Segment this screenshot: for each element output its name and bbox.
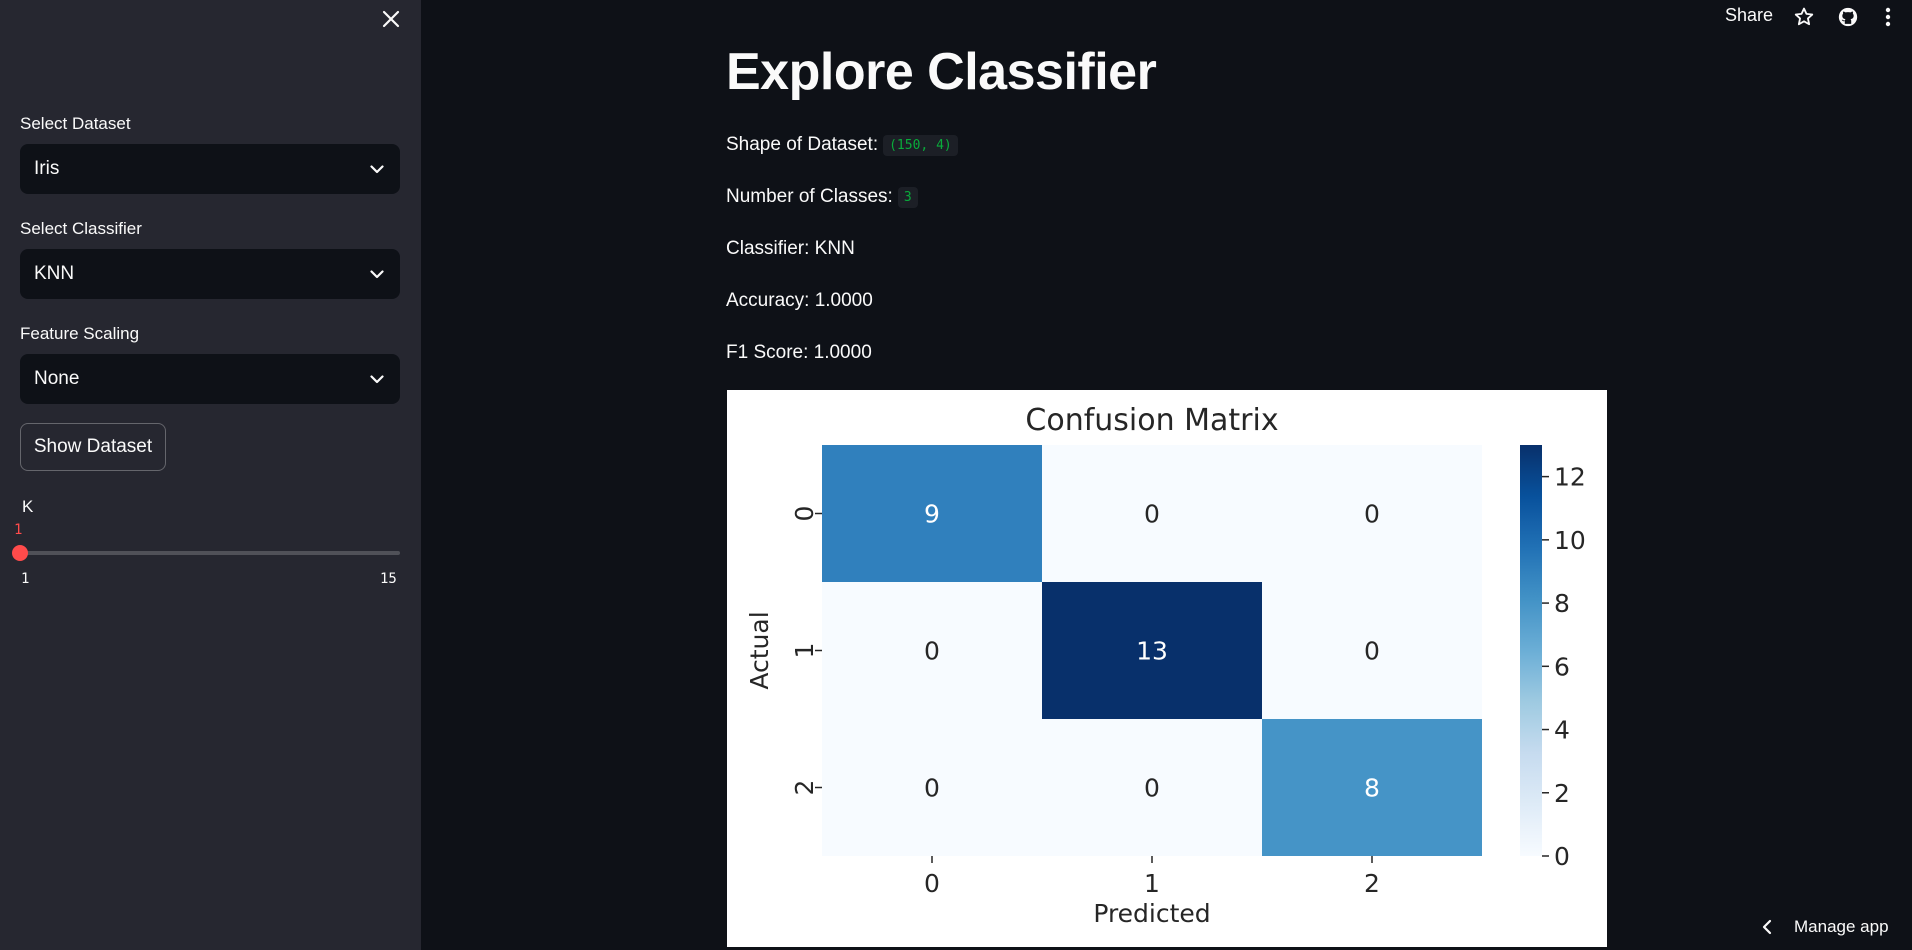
chevron-down-icon	[370, 164, 384, 174]
manage-app-label: Manage app	[1794, 917, 1889, 936]
scaling-select-value: None	[34, 368, 80, 389]
classifier-select[interactable]: KNN	[20, 249, 400, 299]
shape-line: Shape of Dataset: (150, 4)	[726, 134, 958, 156]
x-tick-label: 2	[1364, 869, 1380, 898]
chevron-down-icon	[370, 374, 384, 384]
manage-app-button[interactable]: Manage app	[1762, 917, 1889, 937]
show-dataset-button[interactable]: Show Dataset	[20, 423, 166, 471]
confusion-matrix-figure: 9 0 0 0 13 0 0 0 8 0 1 2 0 1 2 Confusion Matrix Predicte…	[727, 390, 1607, 947]
cell-value-label: 0	[1364, 637, 1380, 666]
accuracy-line: Accuracy: 1.0000	[726, 290, 873, 311]
colorbar	[1520, 445, 1542, 856]
dataset-select-value: Iris	[34, 158, 60, 179]
dataset-select[interactable]: Iris	[20, 144, 400, 194]
y-tick-label: 1	[790, 643, 819, 659]
x-axis-label: Predicted	[1093, 899, 1210, 928]
classifier-select-value: KNN	[34, 263, 75, 284]
x-tick-label: 0	[924, 869, 940, 898]
classifier-select-label: Select Classifier	[20, 219, 142, 238]
cell-value-label: 8	[1364, 774, 1380, 803]
k-slider-min: 1	[21, 571, 30, 587]
classifier-line: Classifier: KNN	[726, 238, 855, 259]
scaling-select[interactable]: None	[20, 354, 400, 404]
confusion-matrix-chart: 9 0 00 13 00 0 80 1 2012Confusion MatrixPredicte…	[745, 403, 1586, 928]
page-title: Explore Classifier	[726, 43, 1157, 101]
cell-value-label: 9	[924, 500, 940, 529]
star-icon[interactable]	[1792, 5, 1816, 29]
k-slider-max: 15	[380, 571, 397, 587]
f1-score-line: F1 Score: 1.0000	[726, 342, 872, 363]
close-sidebar-button[interactable]	[379, 5, 403, 33]
cell-value-label: 13	[1136, 637, 1168, 666]
k-slider-thumb[interactable]	[12, 545, 28, 561]
shape-label: Shape of Dataset:	[726, 134, 879, 155]
sidebar: Select Dataset Iris Select Classifier KN…	[0, 0, 421, 950]
colorbar-tick-label: 8	[1554, 589, 1570, 618]
classes-label: Number of Classes:	[726, 186, 893, 207]
colorbar-tick-label: 2	[1554, 779, 1570, 808]
colorbar-tick-label: 12	[1554, 463, 1586, 492]
k-slider-label: K	[22, 497, 34, 516]
close-icon	[382, 10, 400, 28]
github-icon[interactable]	[1836, 5, 1860, 29]
cell-value-label: 0	[1364, 500, 1380, 529]
k-slider-value: 1	[14, 522, 23, 538]
scaling-select-label: Feature Scaling	[20, 324, 140, 343]
y-axis-label: Actual	[745, 611, 774, 689]
x-tick-label: 1	[1144, 869, 1160, 898]
chevron-left-icon	[1762, 919, 1772, 935]
classes-value: 3	[897, 186, 918, 208]
cell-value-label: 0	[924, 637, 940, 666]
shape-value: (150, 4)	[883, 134, 958, 156]
share-button[interactable]: Share	[1725, 5, 1773, 26]
y-tick-label: 2	[790, 780, 819, 796]
colorbar-tick-label: 6	[1554, 652, 1570, 681]
y-tick-label: 0	[790, 506, 819, 522]
dataset-select-label: Select Dataset	[20, 114, 131, 133]
chevron-down-icon	[370, 269, 384, 279]
colorbar-tick-label: 4	[1554, 716, 1570, 745]
classes-line: Number of Classes: 3	[726, 186, 918, 208]
cell-value-label: 0	[1144, 500, 1160, 529]
kebab-menu-icon[interactable]	[1876, 5, 1900, 29]
cell-value-label: 0	[924, 774, 940, 803]
chart-title: Confusion Matrix	[1025, 403, 1278, 438]
colorbar-tick-label: 10	[1554, 526, 1586, 555]
cell-value-label: 0	[1144, 774, 1160, 803]
k-slider-track[interactable]	[20, 551, 400, 555]
app-root: Select Dataset Iris Select Classifier KN…	[0, 0, 1912, 950]
colorbar-tick-label: 0	[1554, 842, 1570, 871]
